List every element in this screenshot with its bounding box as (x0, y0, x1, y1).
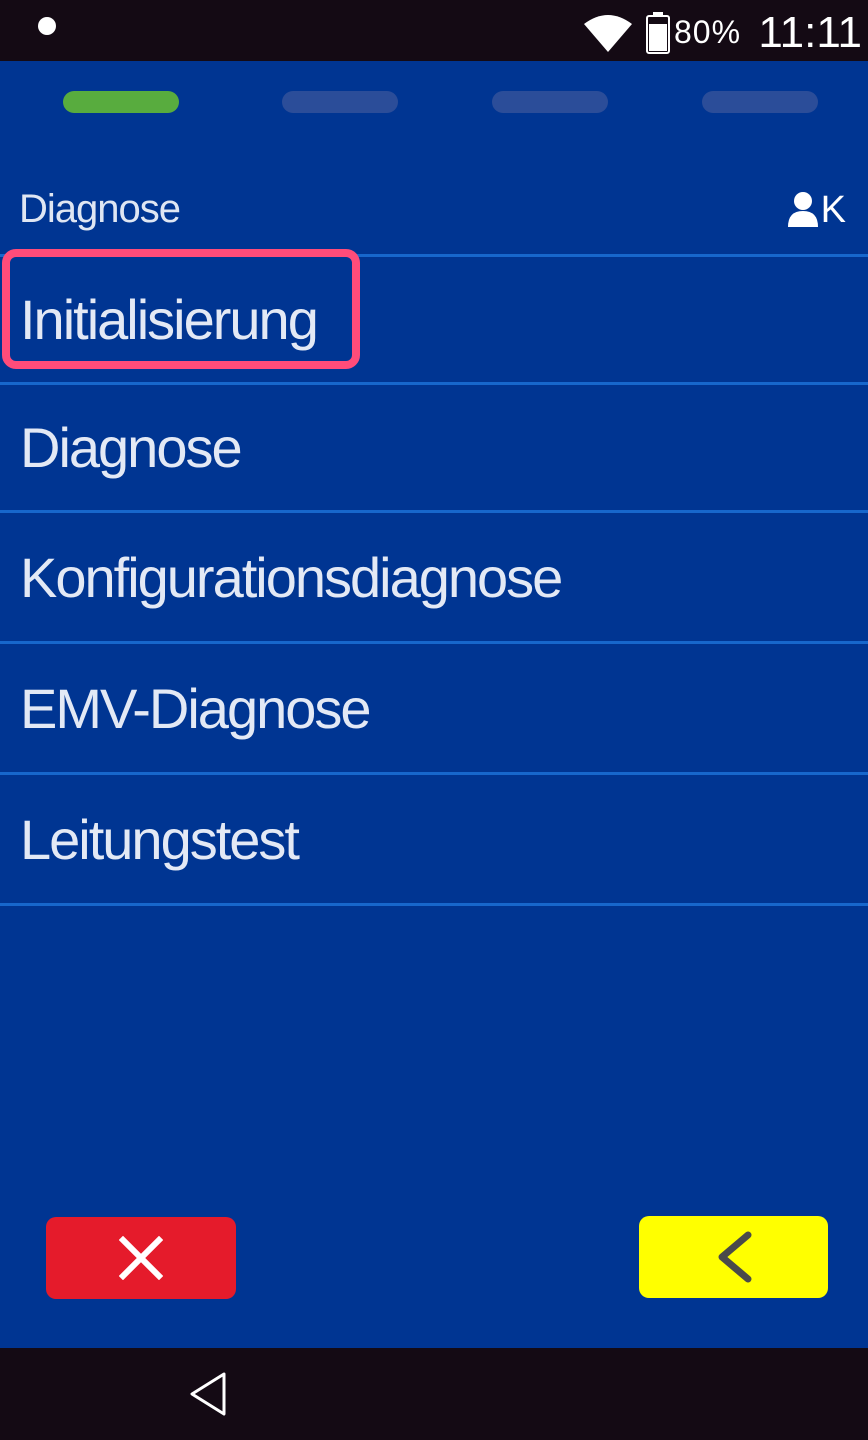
progress-step-3 (492, 91, 608, 113)
status-bar: 80% 11:11 (0, 0, 868, 61)
close-icon (119, 1236, 163, 1280)
system-nav-bar (0, 1348, 868, 1440)
wifi-icon (584, 15, 632, 52)
menu-item-label: Konfigurationsdiagnose (20, 545, 563, 609)
user-letter: K (820, 189, 846, 231)
menu-item-emv-diagnose[interactable]: EMV-Diagnose (0, 644, 868, 772)
menu-item-label: EMV-Diagnose (20, 676, 372, 740)
diagnose-menu: Initialisierung Diagnose Konfigurationsd… (0, 249, 868, 906)
menu-item-initialisierung[interactable]: Initialisierung (0, 249, 868, 382)
progress-step-4 (702, 91, 818, 113)
user-indicator: K (787, 187, 846, 233)
clock: 11:11 (758, 8, 862, 57)
menu-item-konfigurationsdiagnose[interactable]: Konfigurationsdiagnose (0, 513, 868, 641)
user-icon (787, 192, 818, 227)
page-title: Diagnose (19, 187, 181, 231)
menu-item-label: Initialisierung (20, 288, 319, 351)
app-screen: Diagnose K Initialisierung Diagnose Konf… (0, 61, 868, 1348)
menu-item-diagnose[interactable]: Diagnose (0, 385, 868, 510)
back-button[interactable] (639, 1216, 828, 1298)
nav-back-triangle-icon[interactable] (186, 1370, 230, 1418)
progress-step-1 (63, 91, 179, 113)
cancel-button[interactable] (46, 1217, 236, 1299)
divider (0, 903, 868, 906)
menu-item-leitungstest[interactable]: Leitungstest (0, 775, 868, 903)
notification-dot-icon (38, 17, 56, 35)
chevron-left-icon (718, 1231, 751, 1283)
menu-item-label: Leitungstest (20, 807, 300, 871)
progress-step-2 (282, 91, 398, 113)
battery-percentage: 80% (674, 14, 742, 50)
battery-icon (646, 12, 670, 54)
menu-item-label: Diagnose (20, 416, 243, 479)
